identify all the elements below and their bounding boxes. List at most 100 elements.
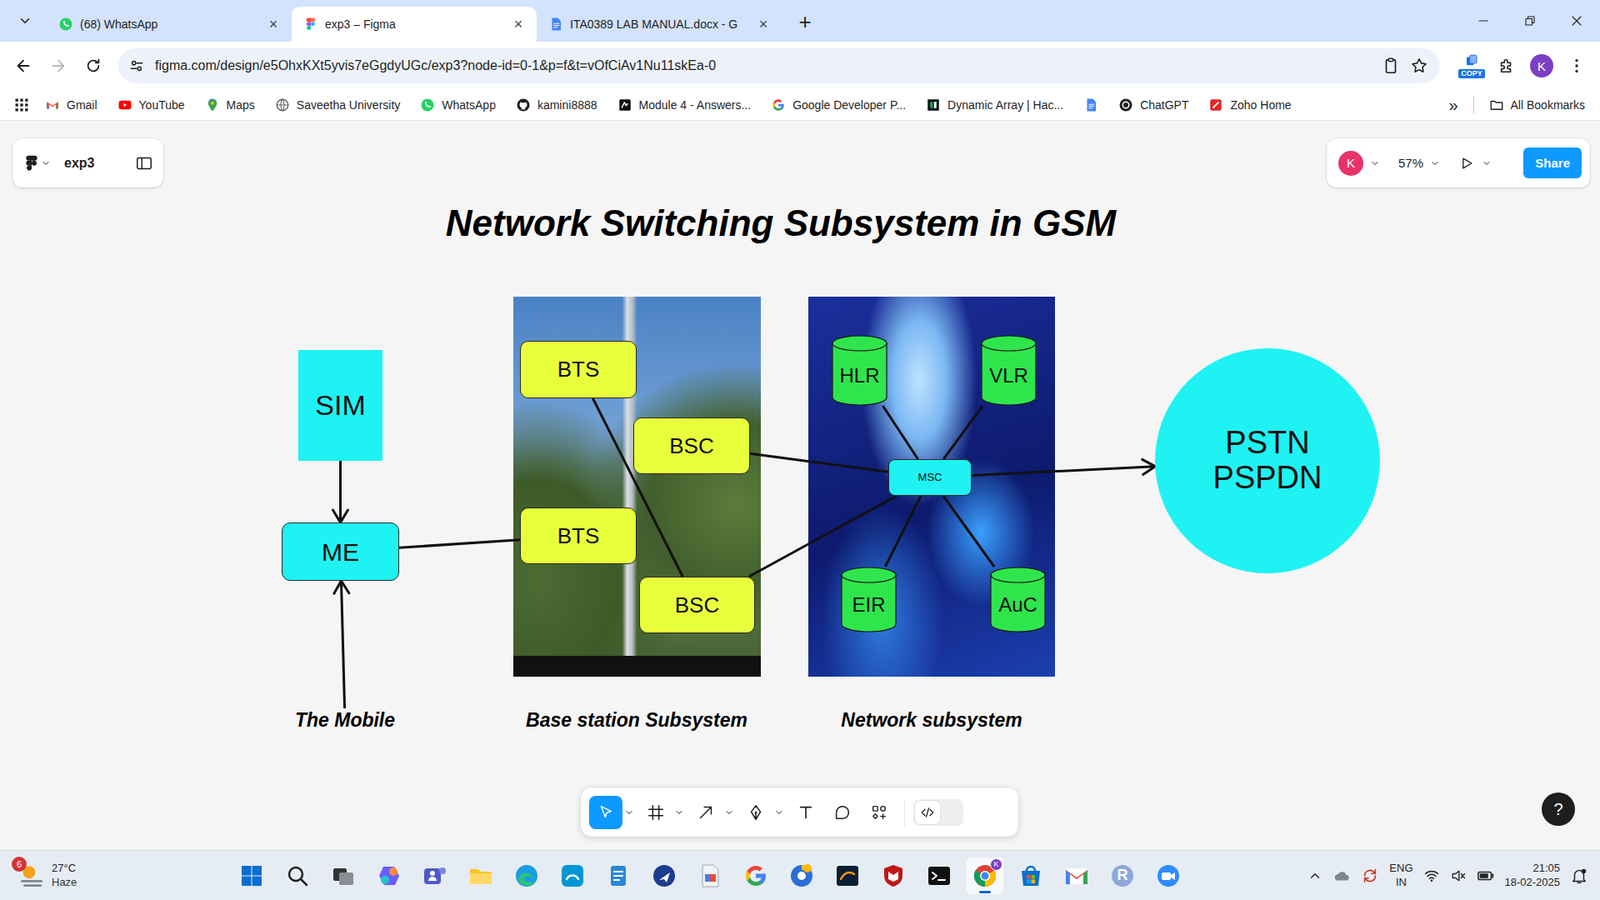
diagram-node[interactable]: AuC [990, 566, 1046, 633]
diagram-node[interactable]: VLR [980, 335, 1037, 406]
taskbar-app[interactable] [1150, 857, 1187, 895]
bookmark[interactable]: Google Developer P... [765, 94, 911, 116]
profile-button[interactable]: K [1526, 50, 1557, 81]
weather-widget[interactable]: 627°CHaze [0, 861, 234, 890]
move-tool[interactable] [589, 795, 623, 830]
bookmark[interactable]: YouTube [112, 94, 190, 116]
bookmark[interactable]: WhatsApp [415, 94, 501, 116]
diagram-node[interactable]: BSC [639, 576, 755, 634]
chevron-down-icon[interactable] [1430, 158, 1440, 169]
cloud-icon[interactable] [1332, 866, 1351, 885]
user-avatar[interactable]: K [1338, 150, 1364, 176]
taskbar-app[interactable] [508, 857, 545, 895]
diagram-node[interactable]: BTS [520, 340, 637, 399]
language-indicator[interactable]: ENGIN [1389, 861, 1413, 890]
play-icon[interactable] [1458, 155, 1475, 172]
chevron-up-icon[interactable] [1307, 868, 1323, 884]
battery-icon[interactable] [1476, 866, 1495, 885]
taskbar-app[interactable] [233, 857, 270, 895]
taskbar-app[interactable] [600, 857, 637, 895]
figma-canvas[interactable]: SIMMEBTSBSCBTSBSCHLRVLREIRAuCMSCPSTN PSP… [0, 120, 1600, 850]
diagram-node[interactable]: MSC [888, 459, 972, 496]
zoom-level[interactable]: 57% [1398, 155, 1424, 170]
taskbar-app[interactable] [920, 857, 958, 895]
taskbar-app[interactable] [370, 857, 408, 895]
chevron-down-icon[interactable] [1370, 158, 1380, 169]
diagram-node[interactable]: PSTN PSPDN [1155, 348, 1380, 574]
taskbar-app[interactable] [691, 857, 729, 895]
diagram-node[interactable]: HLR [831, 335, 888, 406]
help-button[interactable]: ? [1541, 792, 1575, 826]
taskbar-app[interactable] [783, 857, 820, 895]
chevron-down-icon[interactable] [672, 807, 686, 818]
bookmark[interactable]: Zoho Home [1203, 94, 1296, 116]
frame-tool[interactable] [639, 795, 673, 830]
wifi-icon[interactable] [1423, 867, 1440, 885]
browser-tab[interactable]: ITA0389 LAB MANUAL.docx - G× [536, 6, 782, 42]
file-name[interactable]: exp3 [59, 155, 100, 171]
tab-search-button[interactable] [10, 5, 40, 36]
star-icon[interactable] [1410, 56, 1429, 75]
copy-extension-button[interactable]: COPY [1456, 53, 1487, 80]
taskbar-app[interactable] [875, 857, 912, 895]
taskbar-app[interactable] [645, 857, 683, 895]
menu-button[interactable] [1561, 50, 1592, 81]
close-tab-button[interactable]: × [753, 14, 774, 35]
bookmark[interactable]: Gmail [40, 94, 103, 116]
chevron-down-icon[interactable] [1481, 158, 1492, 169]
more-bookmarks-button[interactable]: » [1443, 95, 1463, 115]
diagram-node[interactable]: ME [281, 522, 400, 581]
bookmark[interactable]: Maps [200, 94, 260, 116]
extensions-button[interactable] [1491, 50, 1522, 81]
restore-button[interactable] [1506, 0, 1554, 42]
actions-tool[interactable] [862, 795, 896, 830]
taskbar-app[interactable] [1012, 857, 1050, 895]
comment-tool[interactable] [825, 795, 860, 830]
taskbar-app[interactable] [829, 857, 866, 895]
dev-mode-toggle[interactable] [913, 799, 964, 826]
bookmark[interactable] [1078, 94, 1104, 116]
taskbar-app[interactable] [1058, 857, 1095, 895]
taskbar-app[interactable] [325, 857, 362, 895]
taskbar-app[interactable] [462, 857, 500, 895]
bookmark[interactable]: Dynamic Array | Hac... [920, 94, 1069, 116]
bookmark[interactable]: Saveetha University [270, 94, 406, 116]
bookmark[interactable]: Module 4 - Answers... [612, 94, 757, 116]
clipboard-icon[interactable] [1381, 56, 1400, 75]
taskbar-app[interactable] [416, 857, 454, 895]
minimize-button[interactable] [1460, 0, 1507, 42]
taskbar-app[interactable] [737, 857, 775, 895]
diagram-node[interactable]: SIM [298, 350, 383, 461]
taskbar-app[interactable] [554, 857, 591, 895]
taskbar-app[interactable] [279, 857, 316, 895]
weather-button[interactable]: 6 [16, 861, 45, 890]
bookmark[interactable]: ChatGPT [1113, 94, 1194, 116]
chevron-down-icon[interactable] [772, 807, 786, 818]
notifications-icon[interactable] [1570, 866, 1589, 885]
taskbar-app[interactable]: K [966, 857, 1004, 895]
sync-icon[interactable] [1360, 866, 1380, 885]
main-menu-button[interactable] [22, 154, 51, 173]
site-info-icon[interactable] [128, 57, 145, 75]
diagram-node[interactable]: BSC [633, 417, 750, 475]
close-tab-button[interactable]: × [263, 14, 284, 35]
speaker-muted-icon[interactable] [1450, 867, 1467, 885]
share-button[interactable]: Share [1523, 147, 1582, 179]
clock[interactable]: 21:0518-02-2025 [1505, 861, 1561, 890]
reload-button[interactable] [78, 50, 109, 81]
bookmark[interactable]: kamini8888 [510, 94, 603, 116]
pen-tool[interactable] [739, 795, 773, 830]
new-tab-button[interactable]: + [790, 6, 820, 37]
browser-tab[interactable]: (68) WhatsApp× [46, 6, 292, 42]
close-tab-button[interactable]: × [508, 14, 529, 35]
taskbar-app[interactable]: R [1104, 857, 1141, 895]
chevron-down-icon[interactable] [622, 807, 636, 818]
shape-tool[interactable] [689, 795, 723, 830]
close-window-button[interactable] [1553, 0, 1600, 42]
back-button[interactable] [8, 50, 39, 81]
diagram-node[interactable]: EIR [840, 566, 897, 633]
chevron-down-icon[interactable] [722, 807, 736, 818]
apps-grid-icon[interactable] [13, 96, 30, 114]
all-bookmarks-button[interactable]: All Bookmarks [1484, 94, 1590, 116]
text-tool[interactable] [789, 795, 823, 830]
